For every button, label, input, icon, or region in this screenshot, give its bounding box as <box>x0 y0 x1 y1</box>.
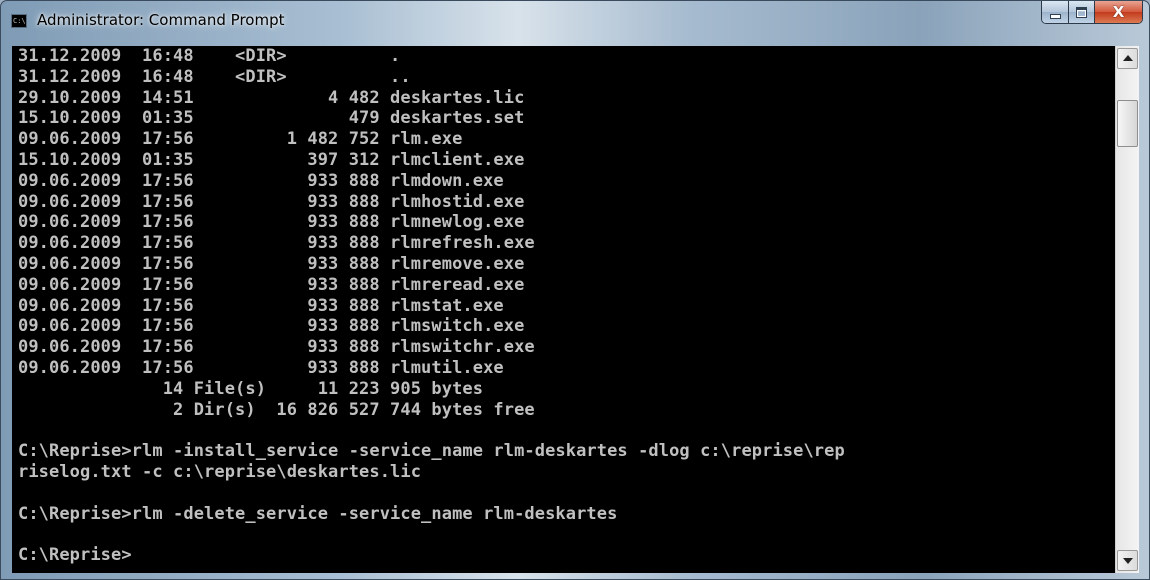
console-line: 09.06.2009 17:56 933 888 rlmhostid.exe <box>18 191 525 212</box>
window-title: Administrator: Command Prompt <box>37 11 285 29</box>
scroll-down-button[interactable] <box>1117 550 1138 571</box>
command-prompt-icon: C:\ <box>11 14 27 28</box>
minimize-button[interactable] <box>1042 1 1069 23</box>
console-line: 15.10.2009 01:35 479 deskartes.set <box>18 108 525 129</box>
console-line: 09.06.2009 17:56 1 482 752 rlm.exe <box>18 129 463 150</box>
console-text: 31.12.2009 16:48 <DIR> . 31.12.2009 16:48… <box>12 46 1115 566</box>
console-line: C:\Reprise>rlm -delete_service -service_… <box>18 503 618 524</box>
console-line: 09.06.2009 17:56 933 888 rlmutil.exe <box>18 357 504 378</box>
console-line: 09.06.2009 17:56 933 888 rlmnewlog.exe <box>18 212 525 233</box>
command-prompt-window: C:\ Administrator: Command Prompt X 31.1… <box>0 0 1150 580</box>
console-line: riselog.txt -c c:\reprise\deskartes.lic <box>18 461 422 482</box>
console-line: 09.06.2009 17:56 933 888 rlmswitchr.exe <box>18 337 535 358</box>
console-line: 2 Dir(s) 16 826 527 744 bytes free <box>18 399 535 420</box>
scroll-thumb[interactable] <box>1117 100 1138 147</box>
maximize-button[interactable] <box>1069 1 1095 23</box>
console-line: 31.12.2009 16:48 <DIR> . <box>18 46 401 66</box>
maximize-icon <box>1076 6 1087 18</box>
close-button[interactable]: X <box>1095 1 1142 23</box>
close-icon: X <box>1112 3 1125 21</box>
scroll-up-button[interactable] <box>1117 48 1138 69</box>
console-line: 31.12.2009 16:48 <DIR> .. <box>18 66 411 87</box>
console-line: 09.06.2009 17:56 933 888 rlmstat.exe <box>18 295 504 316</box>
console-line: 14 File(s) 11 223 905 bytes <box>18 378 484 399</box>
console-line: 29.10.2009 14:51 4 482 deskartes.lic <box>18 87 525 108</box>
console-line: 15.10.2009 01:35 397 312 rlmclient.exe <box>18 149 525 170</box>
console-line: 09.06.2009 17:56 933 888 rlmremove.exe <box>18 253 525 274</box>
console-line: C:\Reprise>rlm -install_service -service… <box>18 441 845 462</box>
console-line: 09.06.2009 17:56 933 888 rlmrefresh.exe <box>18 233 535 254</box>
console-line: 09.06.2009 17:56 933 888 rlmdown.exe <box>18 170 504 191</box>
title-bar[interactable]: C:\ Administrator: Command Prompt X <box>1 1 1149 41</box>
console-line: C:\Reprise> <box>18 545 132 566</box>
console-line: 09.06.2009 17:56 933 888 rlmswitch.exe <box>18 316 525 337</box>
vertical-scrollbar[interactable] <box>1115 46 1139 573</box>
minimize-icon <box>1049 13 1061 19</box>
arrow-up-icon <box>1123 55 1133 61</box>
console-output[interactable]: 31.12.2009 16:48 <DIR> . 31.12.2009 16:48… <box>12 46 1115 573</box>
window-controls: X <box>1041 1 1143 24</box>
console-line: 09.06.2009 17:56 933 888 rlmreread.exe <box>18 274 525 295</box>
arrow-down-icon <box>1123 558 1133 564</box>
